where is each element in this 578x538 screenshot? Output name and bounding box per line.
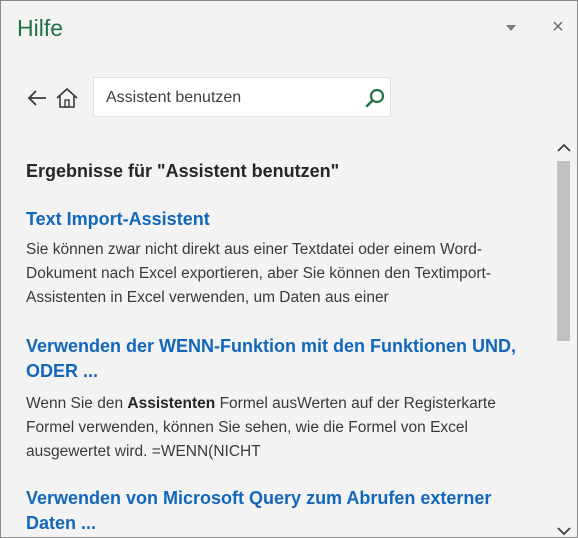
pane-options-button[interactable] [501,21,521,35]
scroll-down-button[interactable] [553,525,575,537]
chevron-up-icon [557,143,571,152]
home-icon [56,87,78,108]
result-link[interactable]: Text Import-Assistent [26,207,546,232]
search-box [93,77,391,117]
dropdown-arrow-icon [506,25,516,31]
back-button[interactable] [26,87,48,109]
scroll-up-button[interactable] [553,137,575,159]
result-snippet: Wenn Sie den Assistenten Formel ausWerte… [26,392,546,464]
snippet-highlight: Assistenten [127,395,216,412]
help-pane: Hilfe × Ergebnisse für "Assistent benutz… [0,0,578,538]
results-heading: Ergebnisse für "Assistent benutzen" [26,161,340,181]
result-link[interactable]: Verwenden von Microsoft Query zum Abrufe… [26,486,546,536]
chevron-down-icon [557,527,571,536]
result-link[interactable]: Verwenden der WENN-Funktion mit den Funk… [26,334,546,384]
pane-title: Hilfe [17,15,64,41]
search-input[interactable] [106,86,346,110]
close-button[interactable]: × [546,15,570,39]
back-arrow-icon [27,90,46,106]
search-icon [365,88,385,108]
scrollbar-thumb[interactable] [557,161,570,341]
result-snippet: Sie können zwar nicht direkt aus einer T… [26,241,491,306]
snippet-text: Wenn Sie den [26,395,128,412]
home-button[interactable] [55,86,79,110]
search-button[interactable] [364,87,386,109]
